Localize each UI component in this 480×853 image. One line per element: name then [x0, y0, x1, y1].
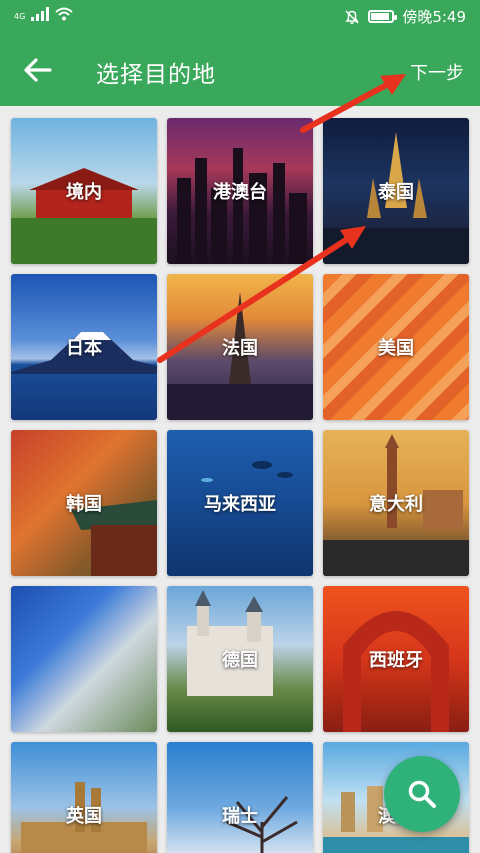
status-bar: 4G 傍晚5:49: [0, 0, 480, 33]
destination-grid: 境内 港澳台 泰国 日本 法国 美国 韩国 马来西亚 意大利 德国 西班牙 英国…: [0, 106, 480, 853]
destination-label: 英国: [66, 806, 102, 827]
destination-tile-italy[interactable]: 意大利: [323, 430, 469, 576]
destination-label: 德国: [222, 650, 258, 671]
destination-label: 瑞士: [222, 806, 258, 827]
destination-tile-usa[interactable]: 美国: [323, 274, 469, 420]
destination-label: 法国: [222, 338, 258, 359]
destination-tile-spain[interactable]: 西班牙: [323, 586, 469, 732]
next-step-button[interactable]: 下一步: [410, 59, 464, 85]
page-title: 选择目的地: [96, 62, 216, 88]
status-time: 傍晚5:49: [402, 8, 466, 26]
destination-label: 境内: [66, 182, 102, 203]
destination-tile-hk-macao-taiwan[interactable]: 港澳台: [167, 118, 313, 264]
destination-label: 韩国: [66, 494, 102, 515]
destination-label: 美国: [378, 338, 414, 359]
destination-label: 马来西亚: [204, 494, 276, 515]
status-left: 4G: [14, 7, 73, 21]
destination-tile-korea[interactable]: 韩国: [11, 430, 157, 576]
signal-icon: [31, 7, 50, 21]
destination-label: 西班牙: [369, 650, 423, 671]
destination-tile-germany[interactable]: 德国: [167, 586, 313, 732]
tree-icon: [226, 796, 298, 853]
destination-tile-uk[interactable]: 英国: [11, 742, 157, 853]
destination-tile-japan[interactable]: 日本: [11, 274, 157, 420]
battery-icon: [368, 10, 398, 23]
search-icon: [408, 780, 436, 808]
destination-tile-thailand[interactable]: 泰国: [323, 118, 469, 264]
destination-label: 意大利: [369, 494, 423, 515]
bell-off-icon: [345, 9, 359, 24]
back-button[interactable]: [18, 50, 58, 90]
destination-tile-france[interactable]: 法国: [167, 274, 313, 420]
network-type: 4G: [14, 12, 26, 21]
destination-label: 港澳台: [213, 182, 267, 203]
destination-tile-blurred[interactable]: [11, 586, 157, 732]
destination-label: 日本: [66, 338, 102, 359]
search-button[interactable]: [384, 756, 460, 832]
destination-tile-switzerland[interactable]: 瑞士: [167, 742, 313, 853]
wifi-icon: [55, 7, 73, 21]
destination-tile-malaysia[interactable]: 马来西亚: [167, 430, 313, 576]
college-building-icon: [21, 782, 147, 853]
app-bar: 选择目的地 下一步: [0, 33, 480, 106]
status-right: 傍晚5:49: [344, 6, 466, 27]
destination-tile-domestic[interactable]: 境内: [11, 118, 157, 264]
arrow-left-icon: [24, 58, 52, 82]
destination-label: 泰国: [378, 182, 414, 203]
